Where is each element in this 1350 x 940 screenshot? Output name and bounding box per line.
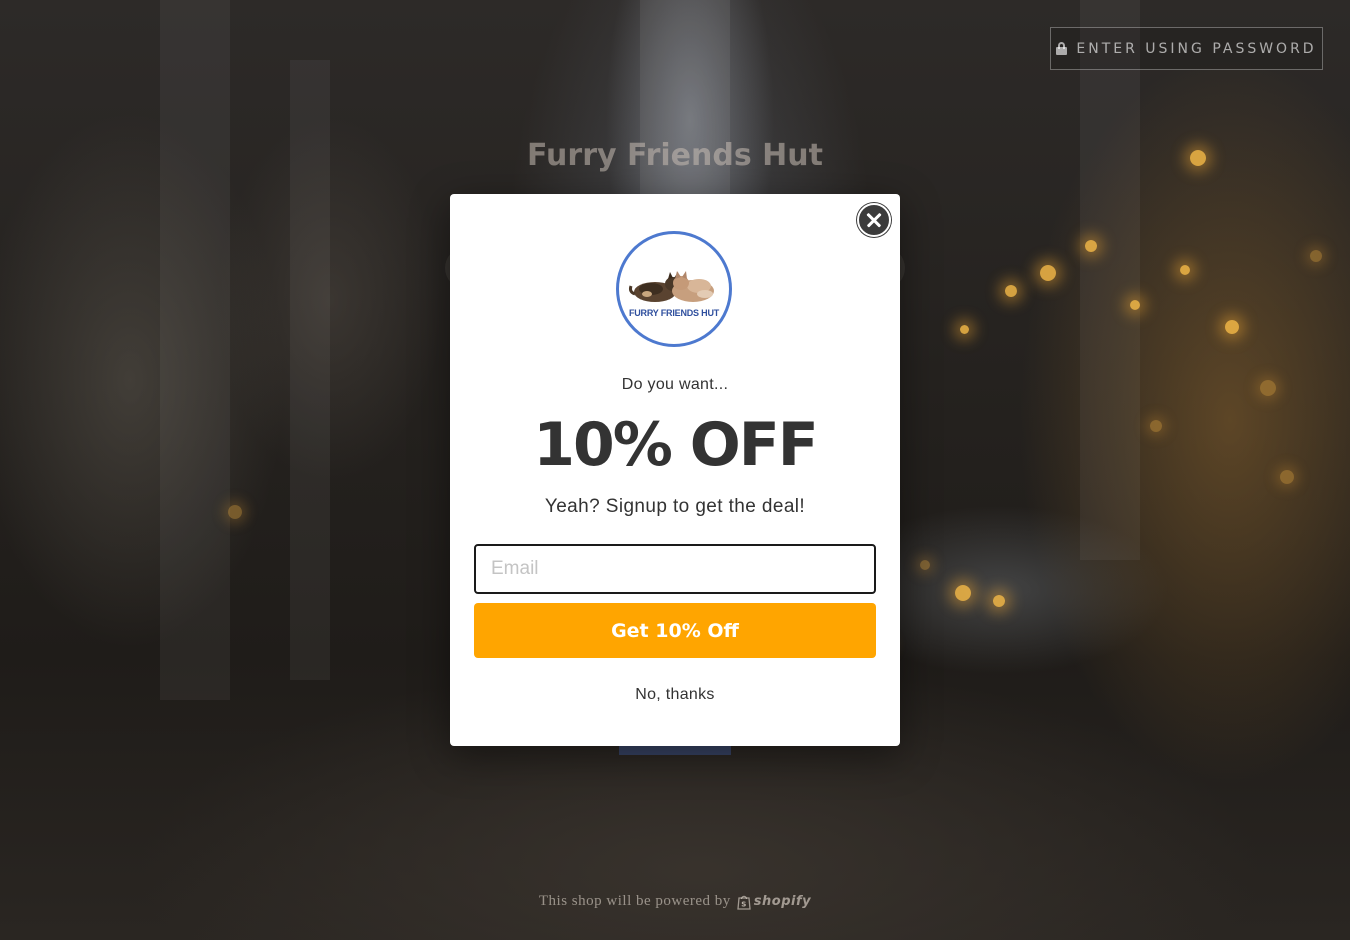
popup-subtext: Yeah? Signup to get the deal!	[544, 496, 806, 517]
shopify-logo[interactable]: S shopify	[737, 894, 811, 910]
footer: This shop will be powered by S shopify	[0, 893, 1350, 910]
close-icon[interactable]	[857, 203, 891, 237]
lock-icon	[1056, 42, 1068, 55]
shopify-wordmark: shopify	[753, 894, 812, 909]
enter-using-password-button[interactable]: ENTER USING PASSWORD	[1050, 27, 1323, 70]
discount-headline: 10% OFF	[533, 410, 818, 480]
discount-popup: FURRY FRIENDS HUT Do you want... 10% OFF…	[450, 194, 900, 746]
svg-text:S: S	[741, 900, 747, 908]
shopify-bag-icon: S	[737, 895, 751, 910]
store-logo: FURRY FRIENDS HUT	[616, 231, 732, 347]
logo-text: FURRY FRIENDS HUT	[628, 308, 720, 318]
email-input[interactable]	[474, 544, 876, 594]
popup-prompt: Do you want...	[621, 376, 729, 393]
get-discount-button[interactable]: Get 10% Off	[474, 603, 876, 658]
store-title: Furry Friends Hut	[527, 138, 823, 173]
no-thanks-button[interactable]: No, thanks	[450, 686, 900, 704]
cats-illustration	[629, 271, 714, 302]
password-button-label: ENTER USING PASSWORD	[1076, 40, 1317, 57]
powered-by-text: This shop will be powered by	[538, 893, 731, 909]
